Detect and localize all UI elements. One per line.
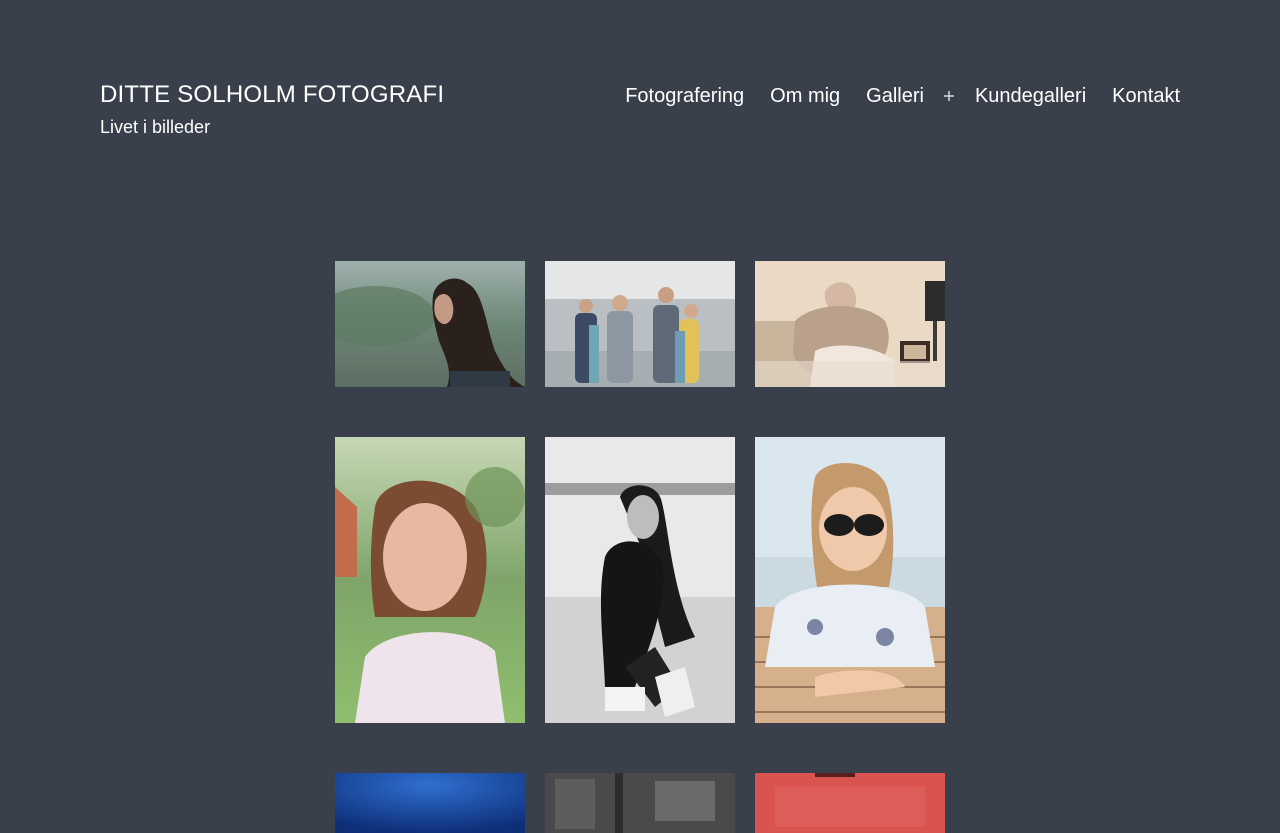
girl-garden-photo: [335, 437, 525, 723]
site-tagline: Livet i billeder: [100, 117, 211, 137]
gallery-image-grandfather-hug[interactable]: [755, 261, 945, 387]
red-photo: [755, 773, 945, 833]
nav-item-galleri[interactable]: Galleri: [866, 85, 924, 108]
gallery-image-girl-garden[interactable]: [335, 437, 525, 723]
gallery-image-red[interactable]: [755, 773, 945, 833]
gallery-image-blue[interactable]: [335, 773, 525, 833]
gallery-image-man-profile[interactable]: [335, 261, 525, 387]
nav-item-kontakt[interactable]: Kontakt: [1112, 85, 1180, 108]
plus-icon: [943, 91, 954, 101]
blue-photo: [335, 773, 525, 833]
submenu-toggle-button[interactable]: [938, 85, 960, 107]
nav-item-om-mig[interactable]: Om mig: [770, 85, 840, 108]
dark-building-photo: [545, 773, 735, 833]
gallery-image-family-beach[interactable]: [545, 261, 735, 387]
gallery-image-girl-pier[interactable]: [755, 437, 945, 723]
grandfather-hug-photo: [755, 261, 945, 387]
family-beach-photo: [545, 261, 735, 387]
nav-item-fotografering[interactable]: Fotografering: [625, 85, 744, 108]
site-title[interactable]: DITTE SOLHOLM FOTOGRAFI: [100, 81, 444, 109]
primary-navigation: Fotografering Om mig Galleri Kundegaller…: [625, 85, 1180, 107]
gallery-image-girl-beach-bw[interactable]: [545, 437, 735, 723]
girl-pier-photo: [755, 437, 945, 723]
girl-beach-bw-photo: [545, 437, 735, 723]
man-profile-photo: [335, 261, 525, 387]
nav-item-kundegalleri[interactable]: Kundegalleri: [975, 85, 1086, 108]
gallery-image-dark-building[interactable]: [545, 773, 735, 833]
